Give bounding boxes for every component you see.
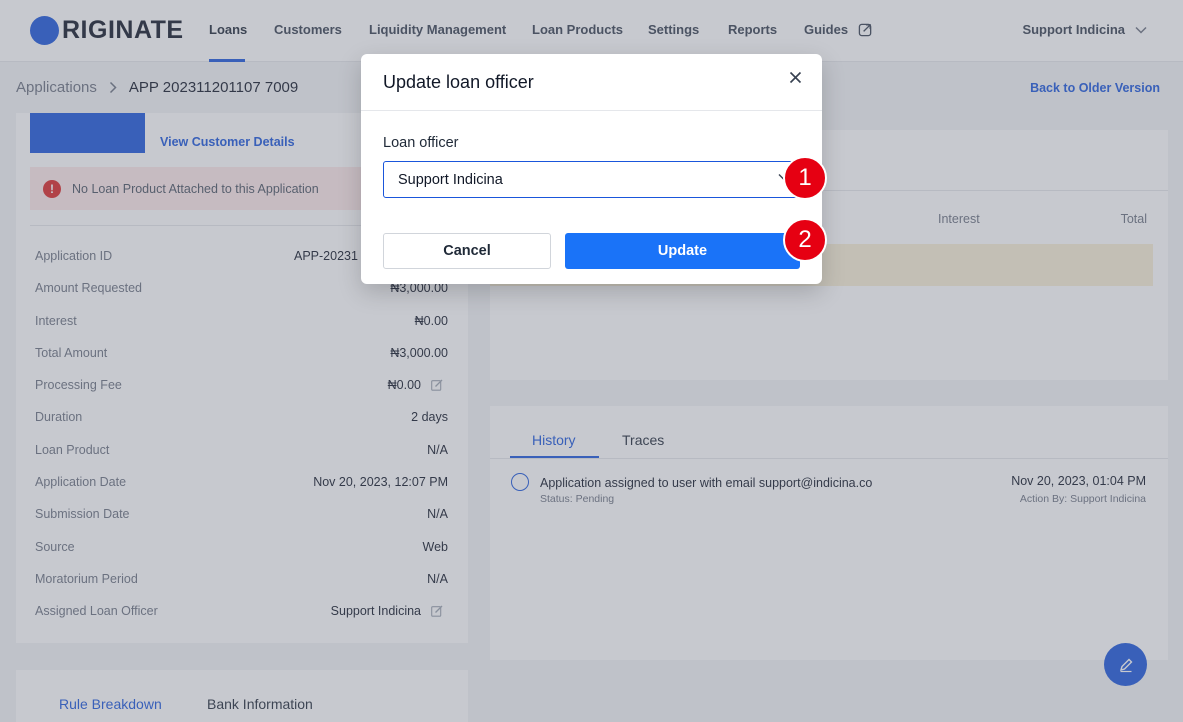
update-button[interactable]: Update: [565, 233, 800, 269]
step-marker-2: 2: [783, 218, 827, 262]
update-loan-officer-dialog: Update loan officer Loan officer Support…: [361, 54, 822, 284]
close-icon: [789, 71, 801, 83]
loan-officer-selected-value: Support Indicina: [398, 171, 503, 188]
cancel-button[interactable]: Cancel: [383, 233, 551, 269]
divider: [361, 110, 822, 111]
close-button[interactable]: [784, 66, 806, 88]
step-marker-1: 1: [783, 156, 827, 200]
dialog-title: Update loan officer: [383, 72, 534, 92]
loan-officer-select[interactable]: Support Indicina: [383, 161, 800, 198]
loan-officer-label: Loan officer: [383, 135, 459, 151]
